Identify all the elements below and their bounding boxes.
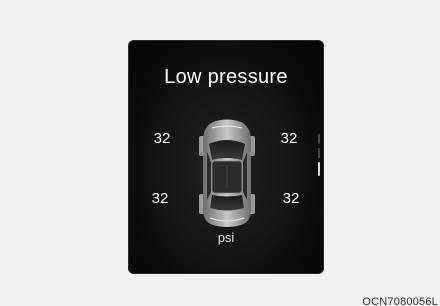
- warning-title: Low pressure: [164, 66, 288, 88]
- tpms-display-screen: Low pressure 32 32 32 32 psi: [128, 40, 324, 274]
- pressure-unit-label: psi: [217, 230, 235, 245]
- page: Low pressure 32 32 32 32 psi OCN7080056L: [0, 0, 440, 306]
- windshield: [209, 140, 245, 160]
- page-indicator-segment: [318, 134, 320, 144]
- figure-code-caption: OCN7080056L: [362, 296, 438, 306]
- page-indicator: [317, 134, 321, 180]
- rear-left-tire-pressure: 32: [151, 190, 169, 207]
- page-indicator-segment-active: [318, 162, 320, 176]
- page-indicator-segment: [318, 148, 320, 158]
- front-right-tire-pressure: 32: [280, 130, 298, 147]
- rear-right-tire-pressure: 32: [282, 190, 300, 207]
- car-topview-icon: [199, 119, 255, 227]
- front-left-tire-pressure: 32: [153, 130, 171, 147]
- rear-window: [210, 195, 244, 211]
